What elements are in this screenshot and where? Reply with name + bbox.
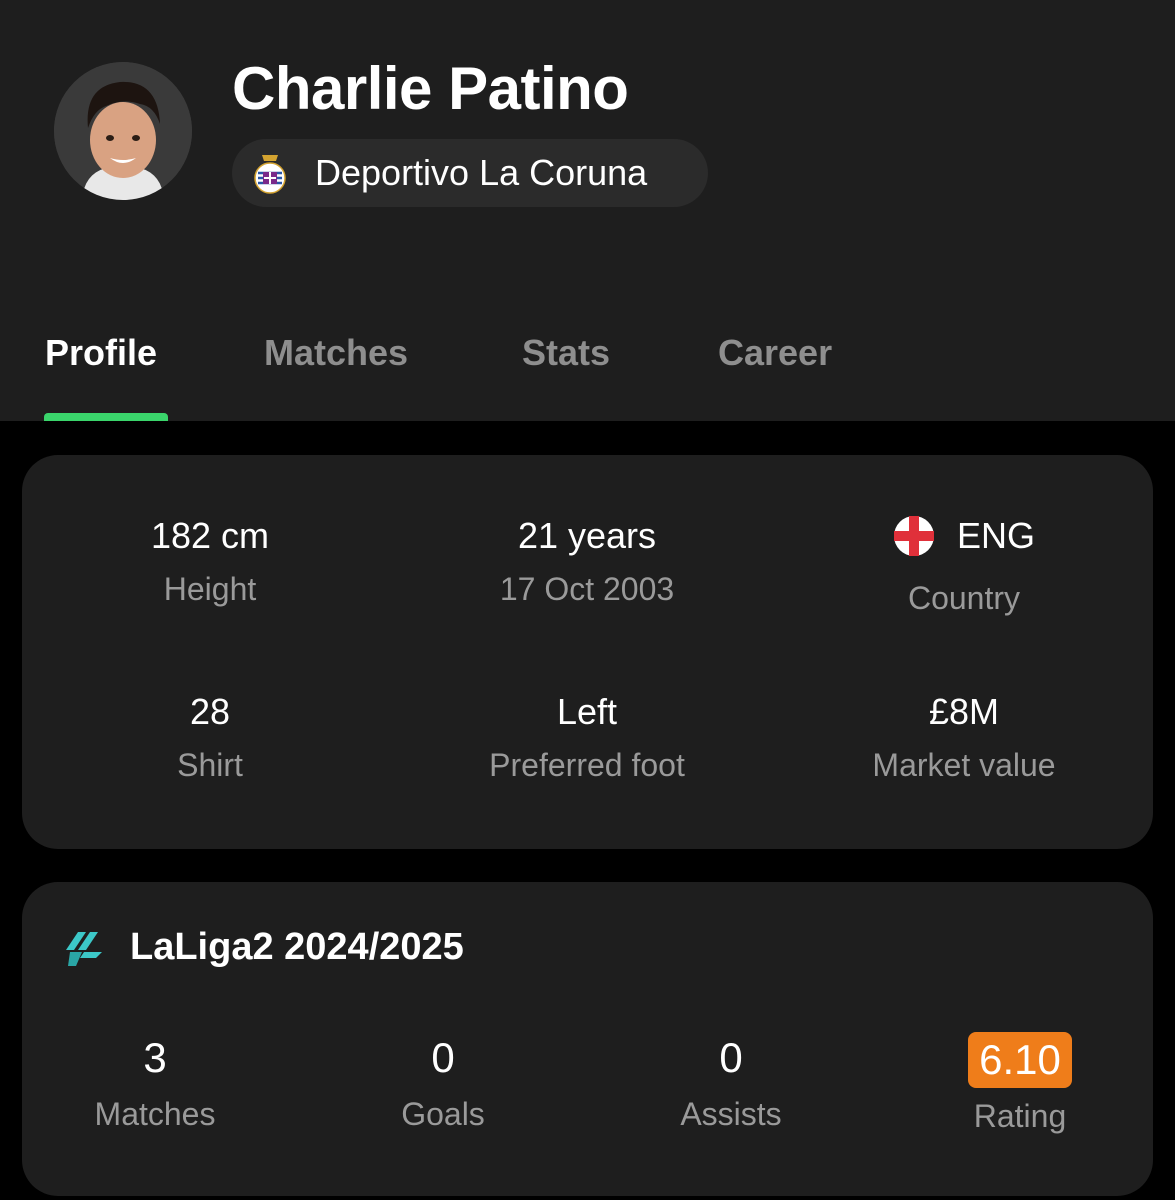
player-photo-icon	[54, 62, 192, 200]
rating-label: Rating	[973, 1098, 1067, 1134]
height-label: Height	[163, 571, 257, 607]
laliga-icon	[66, 932, 102, 966]
height-stat: 182 cm Height	[22, 515, 398, 608]
market-value-stat: £8M Market value	[776, 691, 1152, 784]
market-value-label: Market value	[872, 747, 1056, 783]
goals-value: 0	[431, 1034, 455, 1081]
market-value: £8M	[928, 691, 1000, 732]
tab-matches[interactable]: Matches	[264, 332, 408, 374]
player-header: Charlie Patino Deportivo La Coruna Profi…	[0, 0, 1175, 421]
rating-badge: 6.10	[968, 1032, 1072, 1088]
foot-label: Preferred foot	[489, 747, 685, 783]
matches-stat: 3 Matches	[35, 1034, 275, 1133]
club-chip[interactable]: Deportivo La Coruna	[232, 139, 708, 207]
age-value: 21 years	[517, 515, 657, 556]
rating-stat: 6.10 Rating	[900, 1032, 1140, 1135]
season-stats-card[interactable]: LaLiga2 2024/2025 3 Matches 0 Goals 0 As…	[22, 882, 1153, 1196]
assists-label: Assists	[680, 1096, 782, 1132]
tab-bar: Profile Matches Stats Career	[0, 320, 1175, 421]
foot-stat: Left Preferred foot	[399, 691, 775, 784]
profile-info-card: 182 cm Height 21 years 17 Oct 2003 ENG C…	[22, 455, 1153, 849]
goals-stat: 0 Goals	[323, 1034, 563, 1133]
height-value: 182 cm	[150, 515, 270, 556]
age-stat: 21 years 17 Oct 2003	[399, 515, 775, 608]
player-name: Charlie Patino	[232, 55, 629, 122]
matches-label: Matches	[94, 1096, 216, 1132]
league-season-title: LaLiga2 2024/2025	[130, 926, 464, 968]
assists-value: 0	[719, 1034, 743, 1081]
birth-date: 17 Oct 2003	[499, 571, 675, 607]
shirt-stat: 28 Shirt	[22, 691, 398, 784]
england-flag-icon	[893, 516, 934, 556]
tab-stats[interactable]: Stats	[522, 332, 610, 374]
active-tab-indicator	[44, 413, 168, 421]
tab-profile[interactable]: Profile	[45, 332, 157, 374]
matches-value: 3	[143, 1034, 167, 1081]
country-label: Country	[907, 580, 1021, 616]
player-avatar	[54, 62, 192, 200]
shirt-value: 28	[189, 691, 231, 732]
club-name: Deportivo La Coruna	[315, 152, 648, 193]
tab-career[interactable]: Career	[718, 332, 832, 374]
shirt-label: Shirt	[177, 747, 243, 783]
deportivo-crest-icon	[254, 155, 286, 194]
country-value: ENG	[956, 515, 1035, 556]
goals-label: Goals	[401, 1096, 485, 1132]
assists-stat: 0 Assists	[611, 1034, 851, 1133]
country-stat: ENG Country	[776, 515, 1152, 617]
foot-value: Left	[556, 691, 618, 732]
